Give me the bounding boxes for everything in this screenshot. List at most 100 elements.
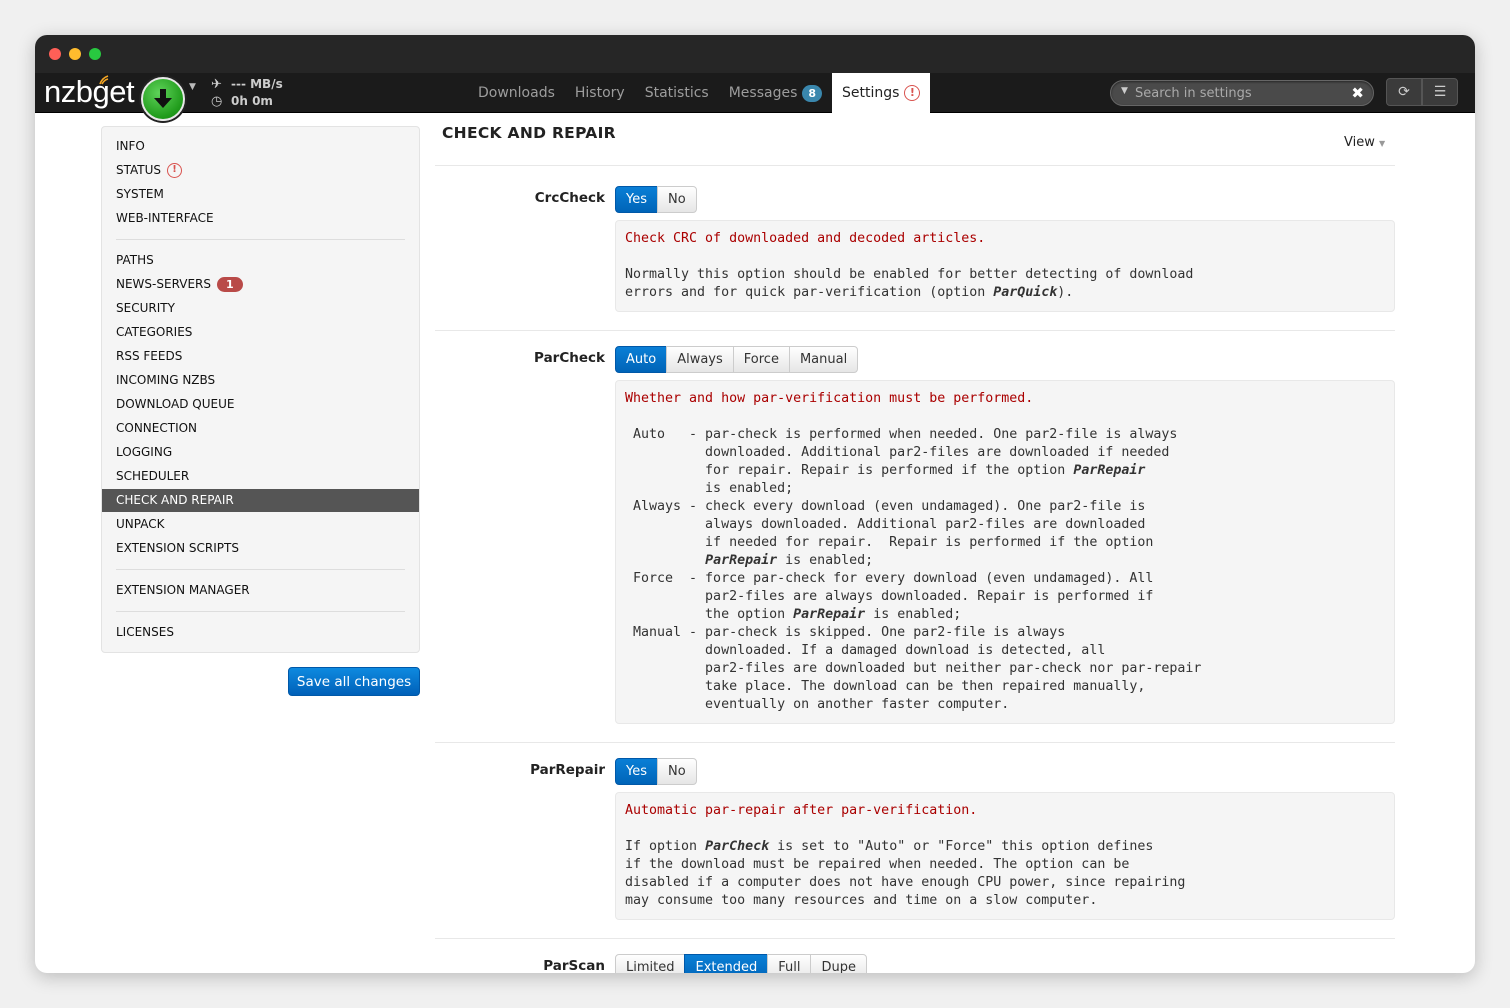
description-line: errors and for quick par-verification (o… <box>625 285 1074 300</box>
description-line: downloaded. If a damaged download is det… <box>625 643 1106 658</box>
parcheck-toggle: Auto Always Force Manual <box>615 346 859 373</box>
chevron-down-icon[interactable]: ▼ <box>1121 86 1128 96</box>
minimize-window-button[interactable] <box>69 48 81 60</box>
sidebar-divider <box>116 239 405 240</box>
parrepair-toggle: Yes No <box>615 758 697 785</box>
parcheck-auto-button[interactable]: Auto <box>615 346 668 373</box>
sidebar-item-label: RSS FEEDS <box>116 349 183 363</box>
parcheck-description: Whether and how par-verification must be… <box>615 380 1395 724</box>
remaining-time: 0h 0m <box>231 94 273 108</box>
description-line: Auto - par-check is performed when neede… <box>625 427 1178 442</box>
sliders-icon: ☰ <box>1433 84 1447 100</box>
view-menu-label: View <box>1344 135 1375 150</box>
sidebar-item-extension-scripts[interactable]: EXTENSION SCRIPTS <box>102 537 419 560</box>
crccheck-description: Check CRC of downloaded and decoded arti… <box>615 220 1395 312</box>
logo[interactable]: nzbget <box>44 73 135 111</box>
messages-count-badge: 8 <box>802 84 823 102</box>
sidebar-item-connection[interactable]: CONNECTION <box>102 417 419 440</box>
tab-settings[interactable]: Settings ! <box>832 73 931 113</box>
sidebar-item-web-interface[interactable]: WEB-INTERFACE <box>102 207 419 230</box>
parscan-extended-button[interactable]: Extended <box>684 954 769 973</box>
sidebar-item-label: SYSTEM <box>116 187 164 201</box>
search-input[interactable] <box>1135 83 1345 103</box>
title-bar <box>35 35 1475 73</box>
zoom-window-button[interactable] <box>89 48 101 60</box>
parcheck-always-button[interactable]: Always <box>666 346 734 373</box>
sidebar-item-extension-manager[interactable]: EXTENSION MANAGER <box>102 579 419 602</box>
sidebar-item-label: STATUS <box>116 163 162 177</box>
view-menu[interactable]: View ▼ <box>1344 135 1385 150</box>
tab-statistics[interactable]: Statistics <box>635 73 719 113</box>
sidebar-item-logging[interactable]: LOGGING <box>102 441 419 464</box>
parrepair-no-button[interactable]: No <box>657 758 697 785</box>
sidebar-item-label: UNPACK <box>116 517 165 531</box>
sidebar-item-label: DOWNLOAD QUEUE <box>116 397 235 411</box>
settings-search: ▼ ✖ <box>1110 80 1374 106</box>
description-line: Force - force par-check for every downlo… <box>625 571 1154 586</box>
sidebar-item-incoming-nzbs[interactable]: INCOMING NZBS <box>102 369 419 392</box>
sidebar-item-licenses[interactable]: LICENSES <box>102 621 419 644</box>
download-play-button[interactable] <box>141 77 185 121</box>
option-label-crccheck: CrcCheck <box>534 190 605 206</box>
sidebar-item-label: CATEGORIES <box>116 325 193 339</box>
sidebar-item-status[interactable]: STATUS! <box>102 159 419 182</box>
description-line: Normally this option should be enabled f… <box>625 267 1194 282</box>
sidebar-item-label: WEB-INTERFACE <box>116 211 214 225</box>
sidebar-item-security[interactable]: SECURITY <box>102 297 419 320</box>
parscan-dupe-button[interactable]: Dupe <box>810 954 867 973</box>
plane-icon: ✈ <box>211 77 222 92</box>
sidebar-item-label: LOGGING <box>116 445 173 459</box>
settings-menu-button[interactable]: ☰ <box>1422 78 1458 106</box>
save-all-changes-button[interactable]: Save all changes <box>288 667 420 696</box>
parscan-limited-button[interactable]: Limited <box>615 954 686 973</box>
sidebar-item-download-queue[interactable]: DOWNLOAD QUEUE <box>102 393 419 416</box>
sidebar-item-system[interactable]: SYSTEM <box>102 183 419 206</box>
description-line: the option ParRepair is enabled; <box>625 607 962 622</box>
sidebar-divider <box>116 611 405 612</box>
divider <box>435 165 1395 166</box>
crccheck-toggle: Yes No <box>615 186 697 213</box>
warning-icon: ! <box>904 85 921 101</box>
chevron-down-icon[interactable]: ▼ <box>189 82 196 92</box>
close-window-button[interactable] <box>49 48 61 60</box>
tab-downloads[interactable]: Downloads <box>468 73 565 113</box>
download-speed: --- MB/s <box>231 77 283 91</box>
description-line: ParRepair is enabled; <box>705 553 874 568</box>
tab-history[interactable]: History <box>565 73 635 113</box>
description-line: par2-files are always downloaded. Repair… <box>625 589 1154 604</box>
option-label-parrepair: ParRepair <box>530 762 605 778</box>
crccheck-yes-button[interactable]: Yes <box>615 186 658 213</box>
sidebar-item-unpack[interactable]: UNPACK <box>102 513 419 536</box>
parcheck-force-button[interactable]: Force <box>732 346 790 373</box>
description-line: disabled if a computer does not have eno… <box>625 875 1186 890</box>
description-line: may consume too many resources and time … <box>625 893 1098 908</box>
tab-messages[interactable]: Messages 8 <box>719 73 832 113</box>
main-tabs: Downloads History Statistics Messages 8 … <box>468 73 931 113</box>
refresh-icon: ⟳ <box>1398 84 1410 100</box>
clear-search-icon[interactable]: ✖ <box>1351 84 1364 102</box>
parscan-full-button[interactable]: Full <box>767 954 812 973</box>
sidebar-item-categories[interactable]: CATEGORIES <box>102 321 419 344</box>
sidebar-item-rss-feeds[interactable]: RSS FEEDS <box>102 345 419 368</box>
sidebar-item-label: EXTENSION SCRIPTS <box>116 541 239 555</box>
crccheck-no-button[interactable]: No <box>657 186 697 213</box>
parrepair-description: Automatic par-repair after par-verificat… <box>615 792 1395 920</box>
parcheck-manual-button[interactable]: Manual <box>788 346 859 373</box>
description-line: is enabled; <box>625 481 794 496</box>
warning-icon: ! <box>167 163 183 178</box>
tab-label: History <box>574 85 625 101</box>
speed-status: ✈ --- MB/s ◷ 0h 0m <box>211 76 283 110</box>
description-line: for repair. Repair is performed if the o… <box>625 463 1146 478</box>
sidebar-item-check-and-repair[interactable]: CHECK AND REPAIR <box>102 489 419 512</box>
parrepair-yes-button[interactable]: Yes <box>615 758 658 785</box>
navbar: nzbget ▼ ✈ --- MB/s ◷ 0h 0m Downloads Hi… <box>35 73 1475 121</box>
description-line: downloaded. Additional par2-files are do… <box>625 445 1170 460</box>
sidebar-item-info[interactable]: INFO <box>102 135 419 158</box>
sidebar-item-paths[interactable]: PATHS <box>102 249 419 272</box>
divider <box>435 330 1395 331</box>
divider <box>435 938 1395 939</box>
chevron-down-icon: ▼ <box>1379 139 1386 148</box>
sidebar-item-news-servers[interactable]: NEWS-SERVERS 1 <box>102 273 419 296</box>
sidebar-item-scheduler[interactable]: SCHEDULER <box>102 465 419 488</box>
refresh-button[interactable]: ⟳ <box>1386 78 1422 106</box>
